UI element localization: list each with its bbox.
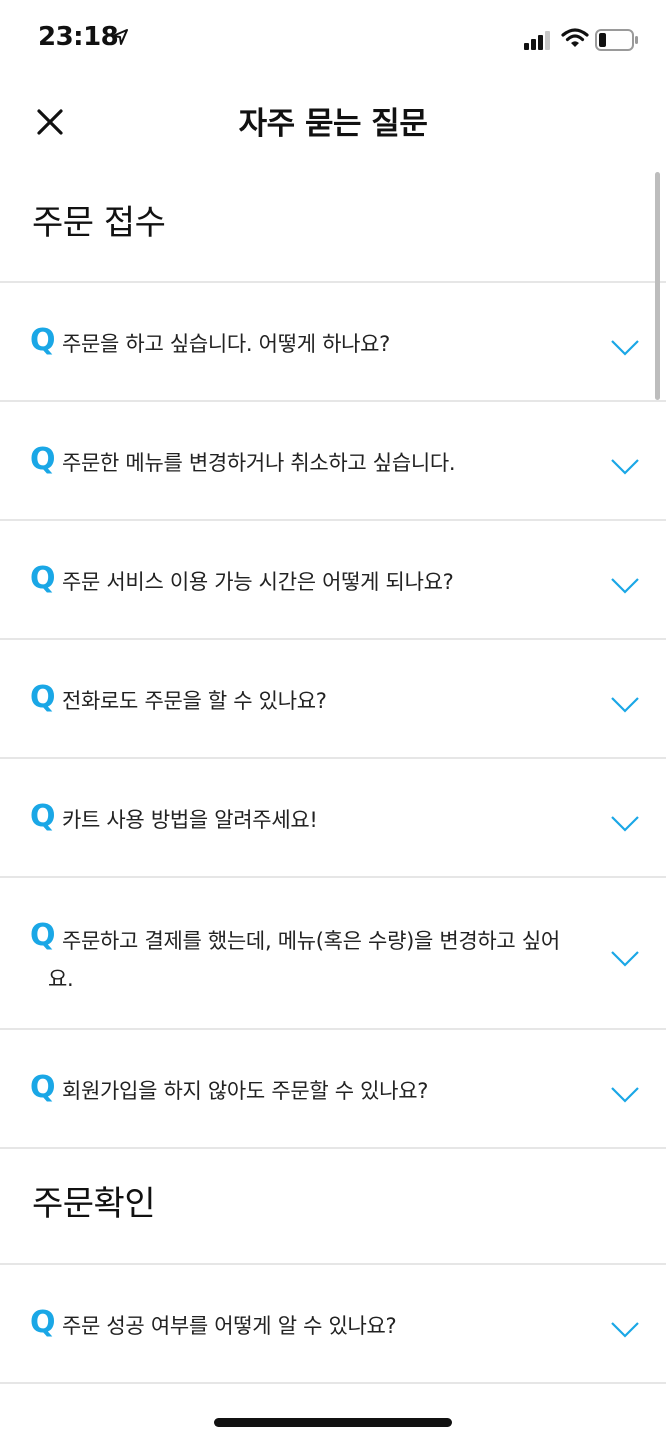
battery-icon bbox=[595, 29, 638, 51]
signal-icon bbox=[524, 31, 550, 50]
divider bbox=[0, 1382, 666, 1384]
question-marker: Q bbox=[30, 1070, 56, 1105]
chevron-down-icon[interactable] bbox=[610, 1321, 640, 1339]
faq-question: 주문을 하고 싶습니다. 어떻게 하나요? bbox=[62, 332, 391, 356]
faq-item[interactable]: Q 주문 성공 여부를 어떻게 알 수 있나요? bbox=[0, 1265, 666, 1382]
status-time: 23:18 bbox=[38, 22, 119, 52]
chevron-down-icon[interactable] bbox=[610, 815, 640, 833]
chevron-down-icon[interactable] bbox=[610, 458, 640, 476]
faq-item[interactable]: Q 주문한 메뉴를 변경하거나 취소하고 싶습니다. bbox=[0, 402, 666, 519]
wifi-icon bbox=[561, 28, 589, 47]
question-marker: Q bbox=[30, 561, 56, 596]
question-marker: Q bbox=[30, 323, 56, 358]
question-marker: Q bbox=[30, 442, 56, 477]
header: 자주 묻는 질문 bbox=[0, 80, 666, 166]
faq-item[interactable]: Q 전화로도 주문을 할 수 있나요? bbox=[0, 640, 666, 757]
faq-item[interactable]: Q 주문하고 결제를 했는데, 메뉴(혹은 수량)을 변경하고 싶어요. bbox=[0, 878, 666, 1028]
home-indicator[interactable] bbox=[214, 1418, 452, 1427]
location-arrow-icon bbox=[112, 29, 128, 45]
faq-item[interactable]: Q 카트 사용 방법을 알려주세요! bbox=[0, 759, 666, 876]
faq-question: 주문한 메뉴를 변경하거나 취소하고 싶습니다. bbox=[62, 451, 456, 475]
chevron-down-icon[interactable] bbox=[610, 950, 640, 968]
faq-item[interactable]: Q 주문 서비스 이용 가능 시간은 어떻게 되나요? bbox=[0, 521, 666, 638]
section-title-order-check: 주문확인 bbox=[32, 1184, 156, 1224]
scrollbar[interactable] bbox=[655, 172, 660, 400]
chevron-down-icon[interactable] bbox=[610, 1086, 640, 1104]
faq-question: 주문 성공 여부를 어떻게 알 수 있나요? bbox=[62, 1314, 397, 1338]
faq-question: 회원가입을 하지 않아도 주문할 수 있나요? bbox=[62, 1079, 429, 1103]
faq-question: 카트 사용 방법을 알려주세요! bbox=[62, 808, 318, 832]
faq-question: 전화로도 주문을 할 수 있나요? bbox=[62, 689, 327, 713]
chevron-down-icon[interactable] bbox=[610, 577, 640, 595]
chevron-down-icon[interactable] bbox=[610, 339, 640, 357]
chevron-down-icon[interactable] bbox=[610, 696, 640, 714]
question-marker: Q bbox=[30, 1305, 56, 1340]
faq-question: 주문하고 결제를 했는데, 메뉴(혹은 수량)을 변경하고 싶어요. bbox=[48, 929, 560, 991]
status-bar: 23:18 bbox=[0, 0, 666, 80]
question-marker: Q bbox=[30, 680, 56, 715]
divider bbox=[0, 1147, 666, 1149]
faq-question: 주문 서비스 이용 가능 시간은 어떻게 되나요? bbox=[62, 570, 454, 594]
section-title-order-receipt: 주문 접수 bbox=[32, 203, 166, 243]
question-marker: Q bbox=[30, 799, 56, 834]
page-title: 자주 묻는 질문 bbox=[238, 106, 428, 142]
faq-item[interactable]: Q 회원가입을 하지 않아도 주문할 수 있나요? bbox=[0, 1030, 666, 1147]
faq-item[interactable]: Q 주문을 하고 싶습니다. 어떻게 하나요? bbox=[0, 283, 666, 400]
